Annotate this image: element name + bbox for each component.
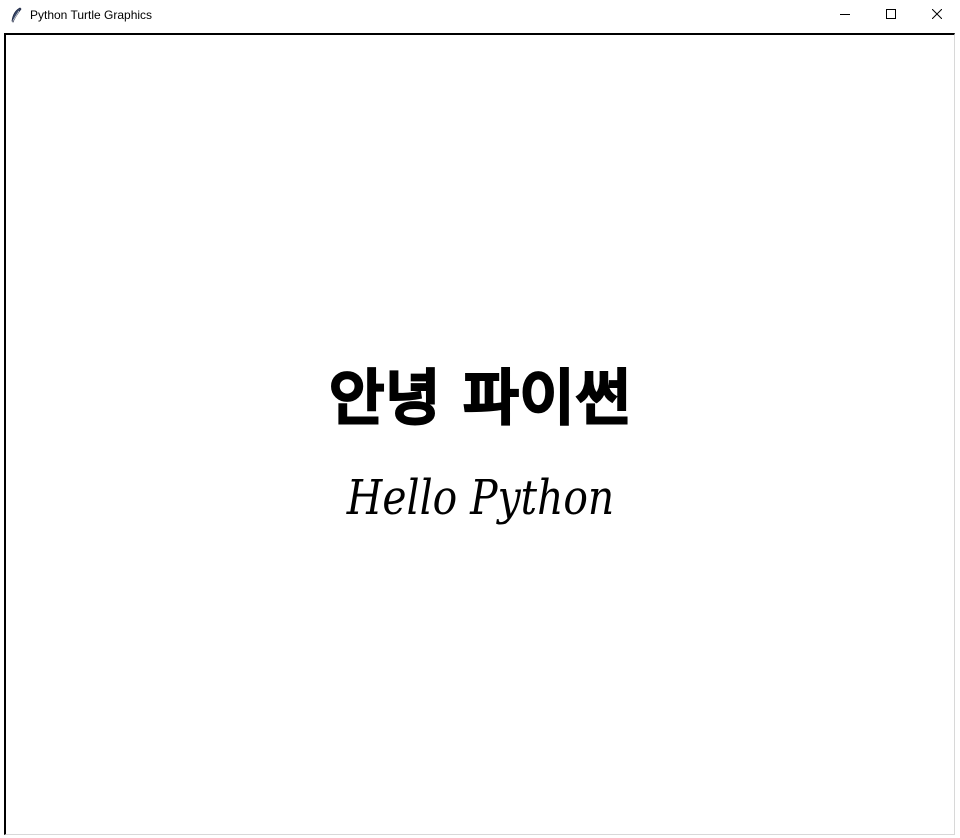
turtle-window: Python Turtle Graphics 안녕 파이썬 Hello Pyth…: [0, 0, 960, 838]
turtle-canvas[interactable]: 안녕 파이썬 Hello Python: [6, 35, 954, 834]
close-button[interactable]: [914, 0, 960, 30]
minimize-icon: [840, 6, 850, 24]
minimize-button[interactable]: [822, 0, 868, 30]
canvas-frame: 안녕 파이썬 Hello Python: [4, 33, 955, 835]
close-icon: [931, 6, 943, 24]
window-title: Python Turtle Graphics: [30, 8, 153, 22]
feather-icon: [10, 7, 22, 23]
korean-greeting-text: 안녕 파이썬: [328, 363, 632, 435]
maximize-button[interactable]: [868, 0, 914, 30]
title-bar[interactable]: Python Turtle Graphics: [0, 0, 960, 30]
english-greeting-text: Hello Python: [346, 470, 615, 526]
maximize-icon: [886, 6, 896, 24]
